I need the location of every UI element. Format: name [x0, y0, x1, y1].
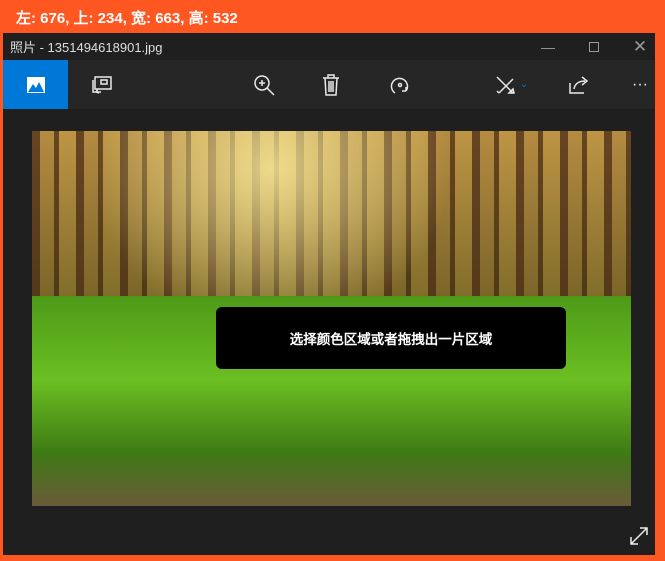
close-button[interactable]: ✕: [617, 33, 663, 60]
toolbar: ⌄ ···: [3, 60, 655, 109]
edit-create-button[interactable]: ⌄: [483, 60, 539, 109]
zoom-in-icon: [254, 74, 275, 96]
slideshow-button[interactable]: [79, 60, 125, 109]
expand-icon: [630, 527, 648, 545]
chevron-down-icon: ⌄: [519, 79, 529, 90]
rotate-icon: [390, 77, 409, 94]
delete-button[interactable]: [308, 60, 354, 109]
window-title: 照片 - 1351494618901.jpg: [10, 40, 163, 55]
title-bar: 照片 - 1351494618901.jpg — ✕: [3, 33, 655, 60]
capture-info: 左: 676, 上: 234, 宽: 663, 高: 532: [0, 0, 665, 33]
image-icon: [26, 76, 45, 93]
trash-icon: [323, 73, 339, 96]
fullscreen-button[interactable]: [629, 526, 649, 551]
photo-view-button[interactable]: [3, 60, 68, 109]
selection-hint: 选择颜色区域或者拖拽出一片区域: [216, 307, 566, 369]
minimize-button[interactable]: —: [525, 33, 571, 60]
maximize-button[interactable]: [571, 33, 617, 60]
share-icon: [569, 75, 589, 94]
photos-window: 照片 - 1351494618901.jpg — ✕ ⌄ ··· 选择颜色区域或…: [3, 33, 655, 555]
rotate-button[interactable]: [377, 60, 423, 109]
edit-pencil-icon: [496, 75, 515, 94]
more-button[interactable]: ···: [617, 60, 663, 109]
share-button[interactable]: [556, 60, 602, 109]
slideshow-icon: [92, 75, 112, 94]
zoom-in-button[interactable]: [241, 60, 287, 109]
